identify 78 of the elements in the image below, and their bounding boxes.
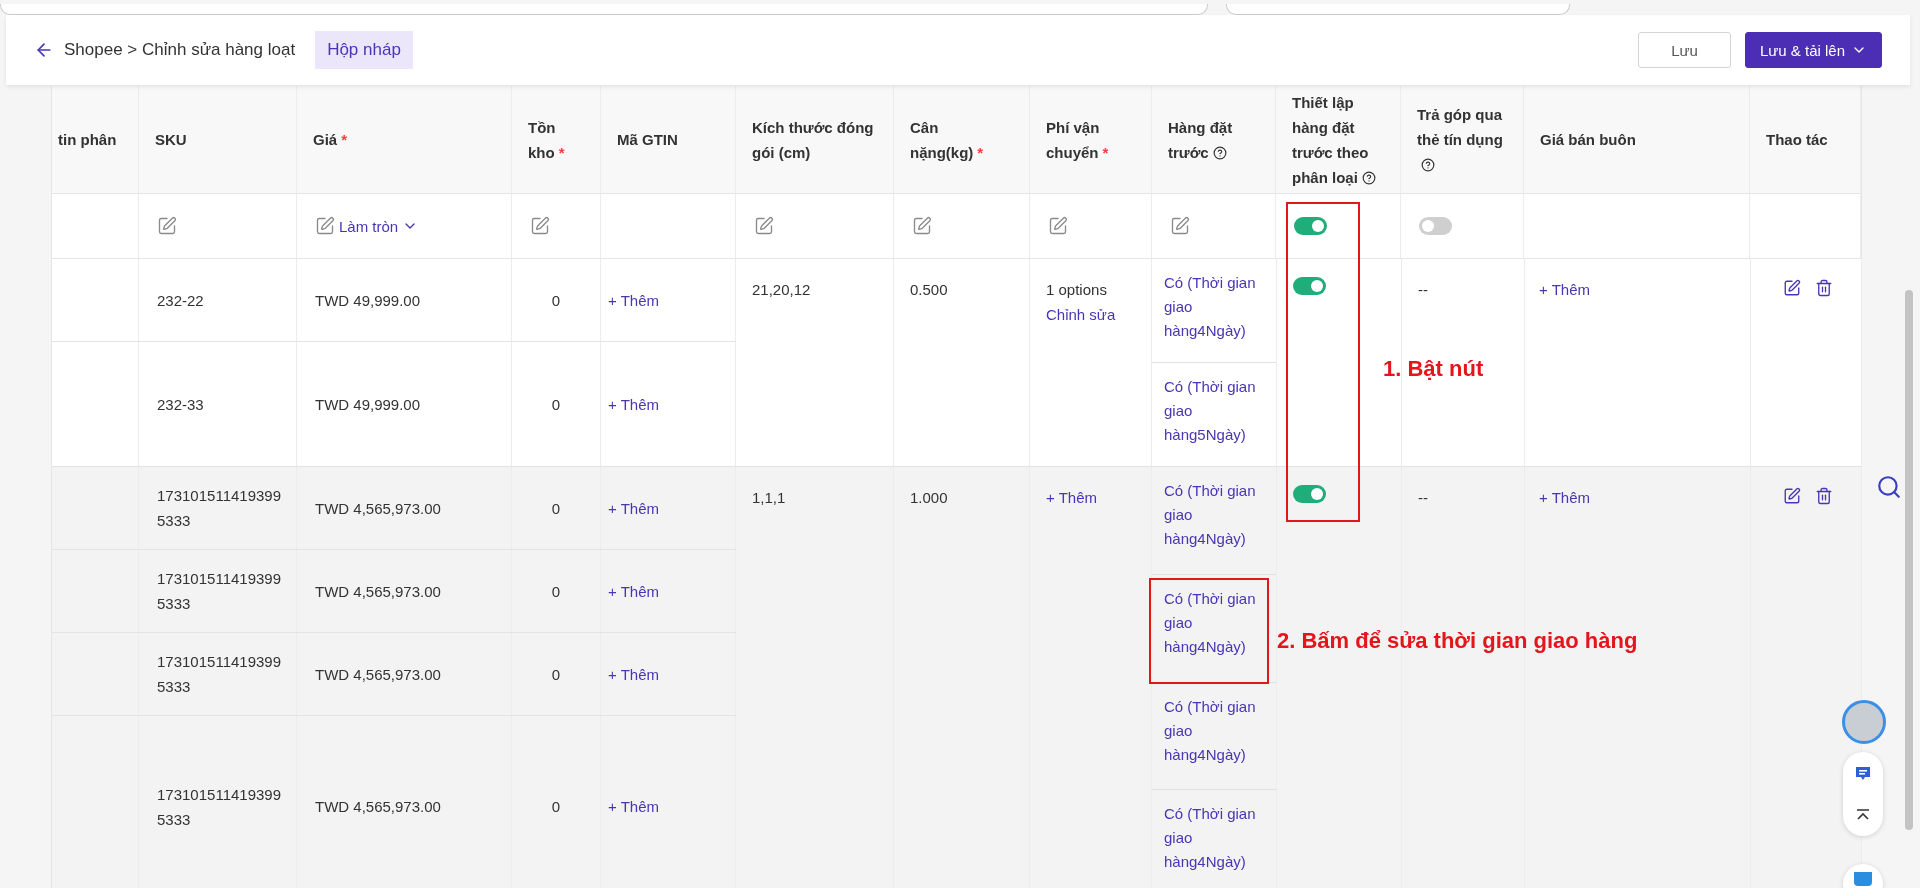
column-header: Tồn kho *	[528, 117, 566, 163]
shipping-link[interactable]: Chỉnh sửa	[1046, 302, 1116, 327]
column-header: Kích thước đóng gói (cm)	[752, 117, 875, 163]
column-header: Phí vận chuyển *	[1046, 117, 1110, 163]
add-wholesale-link[interactable]: + Thêm	[1539, 277, 1590, 302]
sku-text: 1731015114193995333	[157, 569, 283, 614]
price-text: TWD 49,999.00	[315, 394, 421, 415]
toggle-switch[interactable]	[1294, 217, 1327, 235]
sku-text: 1731015114193995333	[157, 652, 283, 697]
weight-text: 1.000	[910, 488, 948, 508]
sku-text: 1731015114193995333	[157, 784, 283, 830]
toggle-switch[interactable]	[1293, 485, 1326, 503]
add-gtin-link[interactable]: + Thêm	[608, 495, 659, 521]
column-header: Giá bán buôn	[1540, 130, 1636, 150]
toggle-switch[interactable]	[1419, 217, 1452, 235]
price-text: TWD 4,565,973.00	[315, 581, 441, 602]
save-upload-button[interactable]: Lưu & tải lên	[1744, 32, 1882, 68]
stock-text: 0	[551, 797, 561, 817]
edit-icon[interactable]	[1783, 279, 1801, 297]
help-icon[interactable]	[1421, 158, 1435, 172]
column-header: Hàng đặt trước	[1168, 117, 1234, 163]
column-header: Giá *	[313, 130, 348, 150]
column-header: tin phân	[58, 130, 117, 150]
scrollbar[interactable]	[1905, 290, 1913, 830]
shipping-link[interactable]: + Thêm	[1046, 485, 1097, 510]
shipping-options-text: 1 options	[1046, 280, 1107, 300]
add-gtin-link[interactable]: + Thêm	[608, 391, 659, 417]
price-text: TWD 4,565,973.00	[315, 664, 441, 685]
help-icon[interactable]	[1212, 145, 1227, 160]
edit-icon	[315, 216, 335, 236]
column-header: SKU	[155, 130, 187, 150]
installment-text: --	[1418, 488, 1428, 508]
add-gtin-link[interactable]: + Thêm	[608, 287, 659, 313]
search-icon[interactable]	[1876, 474, 1902, 500]
sku-text: 232-33	[157, 394, 204, 415]
round-dropdown[interactable]: Làm tròn	[315, 216, 419, 236]
preorder-link[interactable]: Có (Thời gian giao hàng4Ngày)	[1152, 574, 1276, 683]
add-gtin-link[interactable]: + Thêm	[608, 578, 659, 604]
trash-icon[interactable]	[1815, 487, 1833, 505]
column-header: Thao tác	[1766, 130, 1828, 150]
price-text: TWD 49,999.00	[315, 290, 421, 311]
preorder-link[interactable]: Có (Thời gian giao hàng4Ngày)	[1152, 790, 1276, 888]
column-header: Trả góp qua thẻ tín dụng	[1417, 102, 1509, 177]
preorder-link[interactable]: Có (Thời gian giao hàng4Ngày)	[1152, 467, 1276, 575]
draft-badge: Hộp nháp	[315, 31, 413, 69]
price-text: TWD 4,565,973.00	[315, 797, 441, 817]
price-text: TWD 4,565,973.00	[315, 498, 441, 519]
annotation-text: 1. Bật nút	[1383, 356, 1484, 382]
weight-text: 0.500	[910, 280, 948, 300]
preorder-link[interactable]: Có (Thời gian giao hàng5Ngày)	[1152, 363, 1276, 466]
stock-text: 0	[551, 498, 561, 519]
annotation-text: 2. Bấm để sửa thời gian giao hàng	[1277, 628, 1638, 654]
add-wholesale-link[interactable]: + Thêm	[1539, 485, 1590, 510]
column-header: Cân nặng(kg) *	[910, 117, 985, 163]
input-field[interactable]	[1226, 4, 1570, 15]
sku-text: 1731015114193995333	[157, 486, 283, 531]
trash-icon[interactable]	[1815, 279, 1833, 297]
column-header: Mã GTIN	[617, 130, 678, 150]
stock-text: 0	[551, 290, 561, 311]
stock-text: 0	[551, 664, 561, 685]
save-button[interactable]: Lưu	[1638, 32, 1731, 68]
input-field[interactable]	[0, 4, 1208, 15]
stock-text: 0	[551, 581, 561, 602]
add-gtin-link[interactable]: + Thêm	[608, 794, 659, 819]
avatar[interactable]	[1842, 700, 1886, 744]
add-gtin-link[interactable]: + Thêm	[608, 661, 659, 687]
stock-text: 0	[551, 394, 561, 415]
preorder-link[interactable]: Có (Thời gian giao hàng4Ngày)	[1152, 259, 1276, 363]
column-header: Thiết lập hàng đặt trước theo phân loại	[1292, 89, 1386, 190]
package-size-text: 21,20,12	[752, 280, 811, 300]
edit-icon[interactable]	[1783, 487, 1801, 505]
sku-text: 232-22	[157, 290, 204, 311]
toggle-switch[interactable]	[1293, 277, 1326, 295]
breadcrumb: Shopee > Chỉnh sửa hàng loạt	[64, 40, 296, 60]
package-size-text: 1,1,1	[752, 488, 786, 508]
preorder-link[interactable]: Có (Thời gian giao hàng4Ngày)	[1152, 682, 1276, 791]
installment-text: --	[1418, 280, 1428, 300]
help-icon[interactable]	[1361, 170, 1376, 185]
